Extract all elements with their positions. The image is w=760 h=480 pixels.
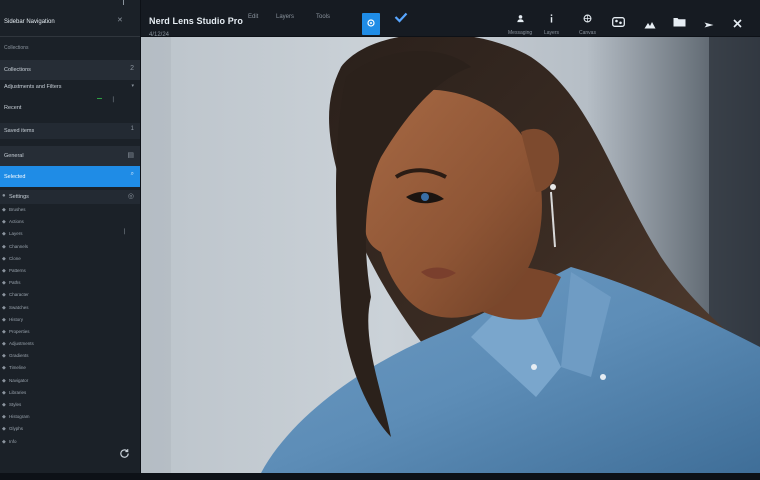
folder-icon[interactable] (673, 14, 686, 32)
list-item[interactable]: ◆ Timeline (0, 362, 140, 374)
list-item[interactable]: ◆ Brushes (0, 204, 140, 216)
list-item[interactable]: ◆ Adjustments (0, 338, 140, 350)
right-toolbar: Messaging Layers Canvas (141, 0, 760, 37)
bullet-icon: ◆ (2, 389, 6, 396)
list-item[interactable]: ◆ Styles (0, 399, 140, 411)
top-toolbar: Nerd Lens Studio Pro 4/12/24 Edit Layers… (141, 0, 760, 38)
bullet-icon: ◆ (2, 231, 6, 238)
sidebar-title: Sidebar Navigation (4, 19, 55, 25)
list-item[interactable]: ◆ Paths (0, 277, 140, 289)
chevron-icon: ▾ (131, 83, 134, 89)
list-item[interactable]: ◆ Patterns (0, 265, 140, 277)
bullet-icon: ◆ (2, 292, 6, 299)
general-toggle-icon[interactable]: ▤ (127, 151, 134, 159)
saved-count: 1 (130, 126, 134, 132)
sidebar-row-saved[interactable]: Saved items 1 (0, 123, 140, 139)
bullet-icon: ◆ (2, 438, 6, 445)
bullet-icon: ◆ (2, 377, 6, 384)
bullet-icon: ◆ (2, 365, 6, 372)
export-icon[interactable] (704, 16, 714, 34)
sidebar: Sidebar Navigation ✕ Collections Collect… (0, 0, 141, 473)
sidebar-row-recent[interactable]: Recent (0, 103, 140, 115)
share-icon[interactable] (644, 16, 656, 34)
list-item[interactable]: ◆ Gradients (0, 350, 140, 362)
list-item[interactable]: ◆ Character (0, 289, 140, 301)
pin-icon: ▏ (124, 229, 128, 236)
image-canvas[interactable] (141, 37, 760, 473)
bullet-icon: ◆ (2, 255, 6, 262)
bullet-icon: ◆ (2, 280, 6, 287)
bullet-icon: ◆ (2, 414, 6, 421)
sidebar-section-general[interactable]: General ▤ (0, 146, 140, 166)
sidebar-row-adjustments[interactable]: Adjustments and Filters ▾ (0, 82, 140, 94)
info-icon (548, 10, 555, 28)
bullet-icon: ◆ (2, 267, 6, 274)
list-item[interactable]: ◆ Clone (0, 253, 140, 265)
bullet-icon: ◆ (2, 243, 6, 250)
sidebar-row-collections[interactable]: Collections (0, 38, 140, 58)
toggle-icon[interactable]: ◎ (128, 192, 134, 200)
list-item[interactable]: ◆ Properties (0, 326, 140, 338)
list-item[interactable]: ◆ Libraries (0, 387, 140, 399)
list-item[interactable]: ◆ Histogram (0, 411, 140, 423)
settings-icon: ● (2, 193, 6, 199)
status-bar (0, 473, 760, 480)
bullet-icon: ◆ (2, 426, 6, 433)
bullet-icon: ◆ (2, 328, 6, 335)
toolbar-item-messaging[interactable]: Messaging (508, 10, 532, 36)
list-item[interactable]: ◆ Navigator (0, 375, 140, 387)
globe-icon (583, 10, 592, 28)
collections-count: 2 (130, 65, 134, 72)
gallery-icon[interactable] (612, 14, 625, 32)
resize-handle[interactable] (123, 0, 124, 5)
list-item[interactable]: ◆ Swatches (0, 302, 140, 314)
list-item[interactable]: ◆ Layers ▏ (0, 228, 140, 240)
refresh-icon[interactable] (119, 446, 130, 464)
sidebar-row-settings[interactable]: ● Settings ◎ (0, 190, 140, 204)
portrait-photo (141, 37, 760, 473)
bullet-icon: ◆ (2, 316, 6, 323)
close-icon[interactable] (733, 15, 742, 33)
bullet-icon: ◆ (2, 219, 6, 226)
bullet-icon: ◆ (2, 341, 6, 348)
sidebar-row-selected[interactable]: Selected ⌕ (0, 166, 140, 187)
bullet-icon: ◆ (2, 207, 6, 213)
bullet-icon: ◆ (2, 402, 6, 408)
collapse-icon[interactable]: ✕ (117, 16, 123, 24)
search-icon[interactable]: ⌕ (131, 171, 134, 178)
toolbar-item-layers[interactable]: Layers (544, 10, 559, 36)
toolbar-item-canvas[interactable]: Canvas (579, 10, 596, 36)
bullet-icon: ◆ (2, 304, 6, 311)
bullet-icon: ◆ (2, 353, 6, 360)
list-item[interactable]: ◆ Actions (0, 216, 140, 228)
status-indicator (97, 98, 102, 99)
user-icon (516, 10, 525, 28)
sidebar-list: ◆ Brushes ◆ Actions ◆ Layers ▏ ◆ Channels ◆ Cl… (0, 204, 140, 448)
list-item[interactable]: ◆ Channels (0, 241, 140, 253)
list-item[interactable]: ◆ Glyphs (0, 423, 140, 435)
list-item[interactable]: ◆ History (0, 314, 140, 326)
sidebar-section-collections[interactable]: Collections 2 (0, 60, 140, 80)
sidebar-header: Sidebar Navigation ✕ (0, 0, 140, 37)
